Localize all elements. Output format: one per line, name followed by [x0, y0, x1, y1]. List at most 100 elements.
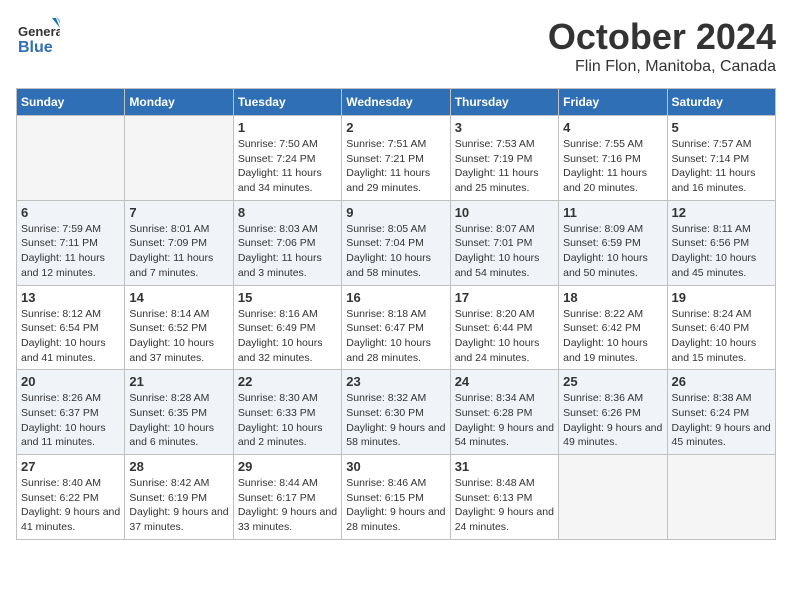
calendar-week-1: 1Sunrise: 7:50 AMSunset: 7:24 PMDaylight… — [17, 116, 776, 201]
day-number: 20 — [21, 374, 120, 389]
day-number: 27 — [21, 459, 120, 474]
day-info: Sunrise: 8:20 AMSunset: 6:44 PMDaylight:… — [455, 307, 554, 366]
day-info: Sunrise: 8:16 AMSunset: 6:49 PMDaylight:… — [238, 307, 337, 366]
calendar-cell: 10 Sunrise: 8:07 AMSunset: 7:01 PMDayligh… — [450, 200, 558, 285]
col-header-wednesday: Wednesday — [342, 89, 450, 116]
calendar-table: SundayMondayTuesdayWednesdayThursdayFrid… — [16, 88, 776, 540]
day-number: 24 — [455, 374, 554, 389]
day-info: Sunrise: 8:40 AMSunset: 6:22 PMDaylight:… — [21, 476, 120, 535]
day-number: 31 — [455, 459, 554, 474]
calendar-cell: 30 Sunrise: 8:46 AMSunset: 6:15 PMDayligh… — [342, 455, 450, 540]
day-info: Sunrise: 8:09 AMSunset: 6:59 PMDaylight:… — [563, 222, 662, 281]
day-info: Sunrise: 8:28 AMSunset: 6:35 PMDaylight:… — [129, 391, 228, 450]
svg-text:Blue: Blue — [18, 39, 53, 56]
calendar-cell: 3Sunrise: 7:53 AMSunset: 7:19 PMDaylight… — [450, 116, 558, 201]
svg-text:General: General — [18, 24, 60, 39]
calendar-week-4: 20Sunrise: 8:26 AMSunset: 6:37 PMDayligh… — [17, 370, 776, 455]
day-info: Sunrise: 8:24 AMSunset: 6:40 PMDaylight:… — [672, 307, 771, 366]
day-info: Sunrise: 8:32 AMSunset: 6:30 PMDaylight:… — [346, 391, 445, 450]
calendar-cell: 25 Sunrise: 8:36 AMSunset: 6:26 PMDayligh… — [559, 370, 667, 455]
calendar-week-2: 6 Sunrise: 7:59 AMSunset: 7:11 PMDaylight… — [17, 200, 776, 285]
day-number: 2 — [346, 120, 445, 135]
day-number: 28 — [129, 459, 228, 474]
day-info: Sunrise: 8:11 AMSunset: 6:56 PMDaylight:… — [672, 222, 771, 281]
day-info: Sunrise: 7:51 AMSunset: 7:21 PMDaylight:… — [346, 137, 445, 196]
day-info: Sunrise: 7:57 AMSunset: 7:14 PMDaylight:… — [672, 137, 771, 196]
day-info: Sunrise: 8:30 AMSunset: 6:33 PMDaylight:… — [238, 391, 337, 450]
calendar-cell: 23 Sunrise: 8:32 AMSunset: 6:30 PMDayligh… — [342, 370, 450, 455]
calendar-cell: 17 Sunrise: 8:20 AMSunset: 6:44 PMDayligh… — [450, 285, 558, 370]
day-number: 19 — [672, 290, 771, 305]
day-info: Sunrise: 8:34 AMSunset: 6:28 PMDaylight:… — [455, 391, 554, 450]
day-info: Sunrise: 8:18 AMSunset: 6:47 PMDaylight:… — [346, 307, 445, 366]
day-number: 7 — [129, 205, 228, 220]
day-info: Sunrise: 8:48 AMSunset: 6:13 PMDaylight:… — [455, 476, 554, 535]
calendar-cell: 18 Sunrise: 8:22 AMSunset: 6:42 PMDayligh… — [559, 285, 667, 370]
day-info: Sunrise: 8:05 AMSunset: 7:04 PMDaylight:… — [346, 222, 445, 281]
calendar-cell: 29Sunrise: 8:44 AMSunset: 6:17 PMDayligh… — [233, 455, 341, 540]
day-number: 23 — [346, 374, 445, 389]
calendar-cell: 4Sunrise: 7:55 AMSunset: 7:16 PMDaylight… — [559, 116, 667, 201]
day-info: Sunrise: 7:59 AMSunset: 7:11 PMDaylight:… — [21, 222, 120, 281]
calendar-cell: 24 Sunrise: 8:34 AMSunset: 6:28 PMDayligh… — [450, 370, 558, 455]
calendar-cell: 7 Sunrise: 8:01 AMSunset: 7:09 PMDaylight… — [125, 200, 233, 285]
calendar-cell — [667, 455, 775, 540]
col-header-monday: Monday — [125, 89, 233, 116]
calendar-week-5: 27 Sunrise: 8:40 AMSunset: 6:22 PMDayligh… — [17, 455, 776, 540]
day-info: Sunrise: 8:07 AMSunset: 7:01 PMDaylight:… — [455, 222, 554, 281]
day-info: Sunrise: 8:01 AMSunset: 7:09 PMDaylight:… — [129, 222, 228, 281]
day-number: 26 — [672, 374, 771, 389]
day-number: 12 — [672, 205, 771, 220]
calendar-cell: 14Sunrise: 8:14 AMSunset: 6:52 PMDayligh… — [125, 285, 233, 370]
day-number: 18 — [563, 290, 662, 305]
day-info: Sunrise: 7:50 AMSunset: 7:24 PMDaylight:… — [238, 137, 337, 196]
calendar-cell: 2 Sunrise: 7:51 AMSunset: 7:21 PMDaylight… — [342, 116, 450, 201]
calendar-cell: 20Sunrise: 8:26 AMSunset: 6:37 PMDayligh… — [17, 370, 125, 455]
day-info: Sunrise: 8:36 AMSunset: 6:26 PMDaylight:… — [563, 391, 662, 450]
calendar-cell: 12 Sunrise: 8:11 AMSunset: 6:56 PMDayligh… — [667, 200, 775, 285]
day-number: 17 — [455, 290, 554, 305]
day-number: 16 — [346, 290, 445, 305]
day-number: 3 — [455, 120, 554, 135]
day-info: Sunrise: 8:22 AMSunset: 6:42 PMDaylight:… — [563, 307, 662, 366]
day-number: 8 — [238, 205, 337, 220]
day-number: 10 — [455, 205, 554, 220]
header-row: SundayMondayTuesdayWednesdayThursdayFrid… — [17, 89, 776, 116]
day-info: Sunrise: 8:44 AMSunset: 6:17 PMDaylight:… — [238, 476, 337, 535]
day-number: 22 — [238, 374, 337, 389]
col-header-tuesday: Tuesday — [233, 89, 341, 116]
day-number: 13 — [21, 290, 120, 305]
day-number: 15 — [238, 290, 337, 305]
day-info: Sunrise: 8:38 AMSunset: 6:24 PMDaylight:… — [672, 391, 771, 450]
title-block: October 2024 Flin Flon, Manitoba, Canada — [548, 16, 776, 76]
day-number: 30 — [346, 459, 445, 474]
calendar-cell: 6 Sunrise: 7:59 AMSunset: 7:11 PMDaylight… — [17, 200, 125, 285]
logo-svg: General Blue — [16, 16, 60, 60]
calendar-cell: 13Sunrise: 8:12 AMSunset: 6:54 PMDayligh… — [17, 285, 125, 370]
calendar-cell: 21 Sunrise: 8:28 AMSunset: 6:35 PMDayligh… — [125, 370, 233, 455]
calendar-cell: 8 Sunrise: 8:03 AMSunset: 7:06 PMDaylight… — [233, 200, 341, 285]
calendar-cell: 19 Sunrise: 8:24 AMSunset: 6:40 PMDayligh… — [667, 285, 775, 370]
day-number: 4 — [563, 120, 662, 135]
day-info: Sunrise: 8:46 AMSunset: 6:15 PMDaylight:… — [346, 476, 445, 535]
day-number: 6 — [21, 205, 120, 220]
day-number: 25 — [563, 374, 662, 389]
calendar-cell: 26 Sunrise: 8:38 AMSunset: 6:24 PMDayligh… — [667, 370, 775, 455]
day-number: 5 — [672, 120, 771, 135]
col-header-sunday: Sunday — [17, 89, 125, 116]
calendar-cell: 31 Sunrise: 8:48 AMSunset: 6:13 PMDayligh… — [450, 455, 558, 540]
calendar-cell: 1Sunrise: 7:50 AMSunset: 7:24 PMDaylight… — [233, 116, 341, 201]
calendar-cell — [559, 455, 667, 540]
day-info: Sunrise: 8:42 AMSunset: 6:19 PMDaylight:… — [129, 476, 228, 535]
month-title: October 2024 — [548, 16, 776, 58]
page-header: General Blue October 2024 Flin Flon, Man… — [16, 16, 776, 76]
day-number: 21 — [129, 374, 228, 389]
logo: General Blue — [16, 16, 60, 60]
calendar-cell: 5 Sunrise: 7:57 AMSunset: 7:14 PMDaylight… — [667, 116, 775, 201]
calendar-cell: 15 Sunrise: 8:16 AMSunset: 6:49 PMDayligh… — [233, 285, 341, 370]
col-header-saturday: Saturday — [667, 89, 775, 116]
day-number: 14 — [129, 290, 228, 305]
day-info: Sunrise: 8:03 AMSunset: 7:06 PMDaylight:… — [238, 222, 337, 281]
calendar-cell: 28 Sunrise: 8:42 AMSunset: 6:19 PMDayligh… — [125, 455, 233, 540]
location: Flin Flon, Manitoba, Canada — [548, 58, 776, 76]
